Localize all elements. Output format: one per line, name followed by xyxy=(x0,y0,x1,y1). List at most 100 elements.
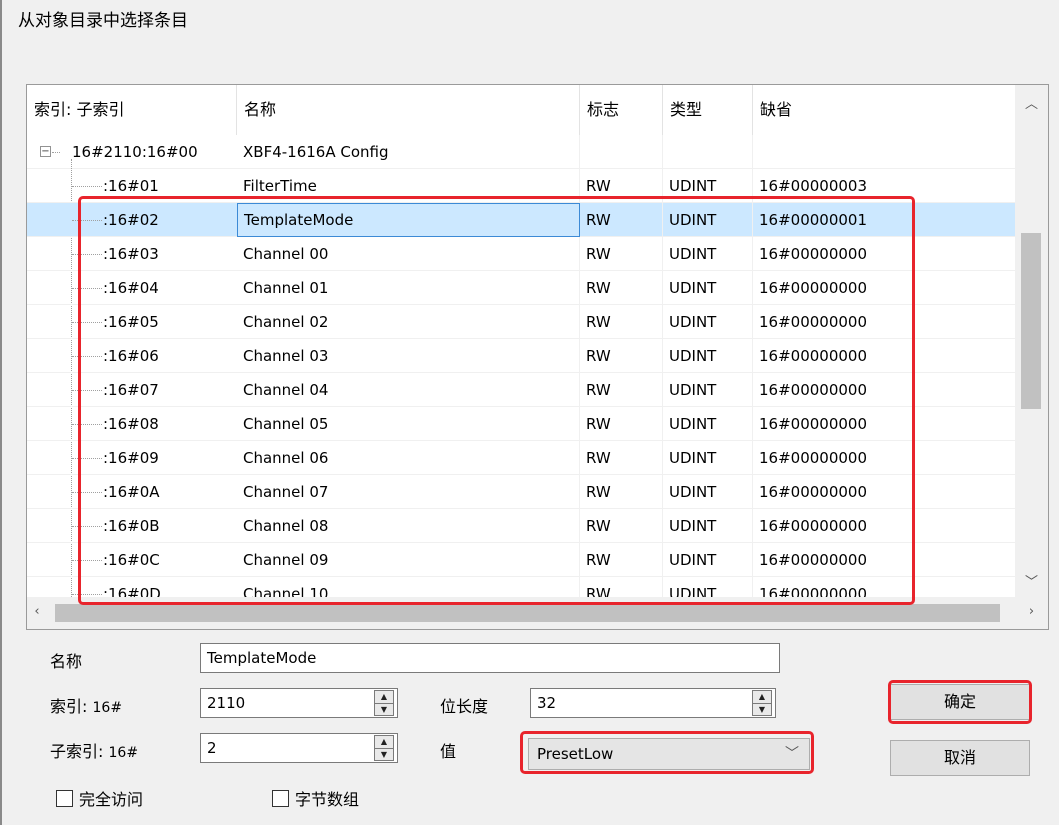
row-type: UDINT xyxy=(663,271,753,305)
table-row[interactable]: :16#09 Channel 06 RW UDINT 16#00000000 xyxy=(27,441,1017,475)
bitlen-spinner[interactable]: ▲ ▼ xyxy=(752,690,772,716)
table-row[interactable]: :16#05 Channel 02 RW UDINT 16#00000000 xyxy=(27,305,1017,339)
row-type: UDINT xyxy=(663,305,753,339)
root-type xyxy=(663,135,753,169)
full-access-checkbox[interactable]: 完全访问 xyxy=(56,786,143,810)
name-field[interactable]: TemplateMode xyxy=(200,643,780,673)
cancel-button[interactable]: 取消 xyxy=(890,740,1030,776)
table-row[interactable]: :16#01 FilterTime RW UDINT 16#00000003 xyxy=(27,169,1017,203)
row-default: 16#00000003 xyxy=(759,177,868,195)
row-default: 16#00000000 xyxy=(759,381,868,399)
subindex-prefix: 16# xyxy=(108,745,139,761)
spin-down-icon[interactable]: ▼ xyxy=(753,704,771,716)
tree-root-row[interactable]: − 16#2110:16#00 XBF4-1616A Config xyxy=(27,135,1017,169)
row-flag: RW xyxy=(580,475,663,509)
row-default: 16#00000000 xyxy=(759,245,868,263)
row-flag: RW xyxy=(580,509,663,543)
spin-down-icon[interactable]: ▼ xyxy=(375,704,393,716)
checkbox-box[interactable] xyxy=(272,789,289,807)
window-left-border xyxy=(0,0,2,825)
byte-array-label: 字节数组 xyxy=(295,790,360,809)
row-name: Channel 05 xyxy=(237,407,580,441)
row-type: UDINT xyxy=(663,169,753,203)
column-header-type[interactable]: 类型 xyxy=(663,85,753,135)
name-label: 名称 xyxy=(50,652,83,671)
value-combobox[interactable]: PresetLow ﹀ xyxy=(528,738,810,770)
row-type: UDINT xyxy=(663,475,753,509)
horizontal-scrollbar[interactable]: ‹ xyxy=(27,597,1017,629)
vertical-scroll-thumb[interactable] xyxy=(1021,233,1041,409)
row-default: 16#00000000 xyxy=(759,449,868,467)
column-header-name[interactable]: 名称 xyxy=(237,85,580,135)
spin-up-icon[interactable]: ▲ xyxy=(753,691,771,703)
chevron-right-icon[interactable]: › xyxy=(1015,604,1048,619)
row-type: UDINT xyxy=(663,203,753,237)
row-type: UDINT xyxy=(663,543,753,577)
row-flag: RW xyxy=(580,407,663,441)
bitlen-label: 位长度 xyxy=(440,697,489,716)
row-default: 16#00000000 xyxy=(759,415,868,433)
row-name: Channel 02 xyxy=(237,305,580,339)
row-name: TemplateMode xyxy=(237,203,580,237)
vertical-scrollbar[interactable]: ︿ ﹀ xyxy=(1015,85,1048,597)
row-name: Channel 07 xyxy=(237,475,580,509)
chevron-left-icon[interactable]: ‹ xyxy=(27,604,47,619)
checkbox-box[interactable] xyxy=(56,789,73,807)
row-flag: RW xyxy=(580,543,663,577)
chevron-down-icon[interactable]: ﹀ xyxy=(1015,571,1048,590)
row-flag: RW xyxy=(580,237,663,271)
subindex-spinner[interactable]: ▲ ▼ xyxy=(374,735,394,761)
index-spinner[interactable]: ▲ ▼ xyxy=(374,690,394,716)
spin-up-icon[interactable]: ▲ xyxy=(375,736,393,748)
row-index: :16#05 xyxy=(103,313,159,331)
row-index: :16#0C xyxy=(103,551,160,569)
subindex-label-text: 子索引: xyxy=(50,742,104,761)
column-header-index[interactable]: 索引: 子索引 xyxy=(27,85,237,135)
table-row[interactable]: :16#0A Channel 07 RW UDINT 16#00000000 xyxy=(27,475,1017,509)
row-default: 16#00000000 xyxy=(759,517,868,535)
row-flag: RW xyxy=(580,441,663,475)
ok-button[interactable]: 确定 xyxy=(890,684,1030,720)
root-default xyxy=(753,135,1017,169)
row-name: Channel 00 xyxy=(237,237,580,271)
row-index: :16#07 xyxy=(103,381,159,399)
column-header-flag[interactable]: 标志 xyxy=(580,85,663,135)
table-row[interactable]: :16#07 Channel 04 RW UDINT 16#00000000 xyxy=(27,373,1017,407)
index-field[interactable]: 2110 xyxy=(200,688,398,718)
row-default: 16#00000000 xyxy=(759,551,868,569)
index-label: 索引: 16# xyxy=(50,693,122,717)
horizontal-scroll-thumb[interactable] xyxy=(55,604,1000,622)
table-row[interactable]: :16#0B Channel 08 RW UDINT 16#00000000 xyxy=(27,509,1017,543)
row-index: :16#04 xyxy=(103,279,159,297)
subindex-field[interactable]: 2 xyxy=(200,733,398,763)
row-name: Channel 09 xyxy=(237,543,580,577)
index-prefix: 16# xyxy=(92,700,123,716)
chevron-up-icon[interactable]: ︿ xyxy=(1015,93,1048,112)
row-index: :16#0A xyxy=(103,483,160,501)
subindex-label: 子索引: 16# xyxy=(50,738,138,762)
chevron-down-icon[interactable]: ﹀ xyxy=(785,739,799,769)
table-row[interactable]: :16#02 TemplateMode RW UDINT 16#00000001 xyxy=(27,203,1017,237)
table-row[interactable]: :16#04 Channel 01 RW UDINT 16#00000000 xyxy=(27,271,1017,305)
row-default: 16#00000000 xyxy=(759,483,868,501)
table-row[interactable]: :16#03 Channel 00 RW UDINT 16#00000000 xyxy=(27,237,1017,271)
column-header-default[interactable]: 缺省 xyxy=(753,85,1017,135)
byte-array-checkbox[interactable]: 字节数组 xyxy=(272,786,359,810)
row-name: Channel 08 xyxy=(237,509,580,543)
bitlen-field[interactable]: 32 xyxy=(530,688,776,718)
table-row[interactable]: :16#08 Channel 05 RW UDINT 16#00000000 xyxy=(27,407,1017,441)
row-name: Channel 04 xyxy=(237,373,580,407)
value-label: 值 xyxy=(440,742,457,761)
row-type: UDINT xyxy=(663,339,753,373)
row-index: :16#01 xyxy=(103,177,159,195)
table-row[interactable]: :16#06 Channel 03 RW UDINT 16#00000000 xyxy=(27,339,1017,373)
object-list[interactable]: 索引: 子索引 名称 标志 类型 缺省 − 16#2110:16#00 XBF4… xyxy=(26,84,1049,630)
row-type: UDINT xyxy=(663,373,753,407)
spin-down-icon[interactable]: ▼ xyxy=(375,749,393,761)
spin-up-icon[interactable]: ▲ xyxy=(375,691,393,703)
list-header: 索引: 子索引 名称 标志 类型 缺省 xyxy=(27,85,1017,135)
table-row[interactable]: :16#0C Channel 09 RW UDINT 16#00000000 xyxy=(27,543,1017,577)
row-name: Channel 01 xyxy=(237,271,580,305)
row-name: Channel 06 xyxy=(237,441,580,475)
row-flag: RW xyxy=(580,203,663,237)
